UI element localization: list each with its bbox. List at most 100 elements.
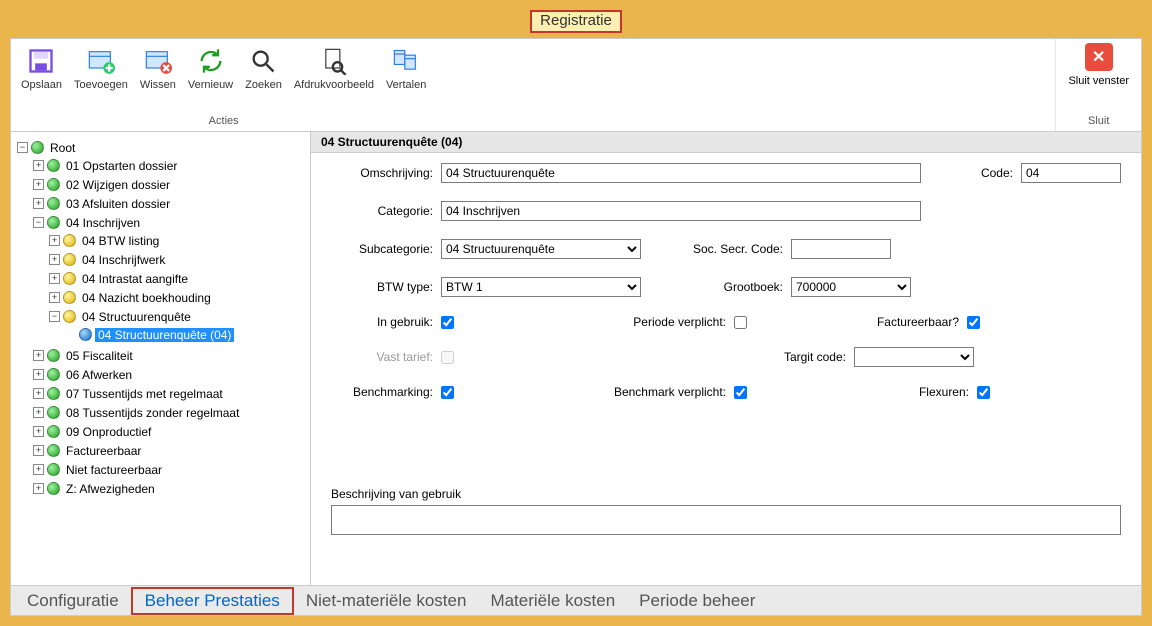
add-button[interactable]: Toevoegen xyxy=(70,43,132,93)
code-label: Code: xyxy=(961,166,1021,180)
save-button[interactable]: Opslaan xyxy=(17,43,66,93)
tree-item[interactable]: +05 Fiscaliteit xyxy=(33,347,306,364)
expand-icon[interactable]: + xyxy=(33,407,44,418)
tree-item[interactable]: +04 Intrastat aangifte xyxy=(49,270,306,287)
tab-materiele[interactable]: Materiële kosten xyxy=(478,589,627,613)
save-label: Opslaan xyxy=(21,79,62,91)
delete-label: Wissen xyxy=(140,79,176,91)
translate-label: Vertalen xyxy=(386,79,426,91)
tree-label: 04 Inschrijven xyxy=(63,216,143,230)
tree-label: 05 Fiscaliteit xyxy=(63,349,136,363)
status-dot-icon xyxy=(79,328,92,341)
socsecr-label: Soc. Secr. Code: xyxy=(641,242,791,256)
grootboek-select[interactable]: 700000 xyxy=(791,277,911,297)
categorie-field[interactable] xyxy=(441,201,921,221)
factureerbaar-label: Factureerbaar? xyxy=(847,315,967,329)
status-dot-icon xyxy=(47,197,60,210)
tab-configuratie[interactable]: Configuratie xyxy=(15,589,131,613)
save-icon xyxy=(25,45,57,77)
tree-item[interactable]: + Z: Afwezigheden xyxy=(33,480,306,497)
benchmarking-checkbox[interactable] xyxy=(441,386,454,399)
tree-navigation[interactable]: −Root +01 Opstarten dossier +02 Wijzigen… xyxy=(11,132,311,585)
tree-item[interactable]: −04 Structuurenquête xyxy=(49,308,306,325)
expand-icon[interactable]: + xyxy=(33,388,44,399)
flexuren-label: Flexuren: xyxy=(857,385,977,399)
collapse-icon[interactable]: − xyxy=(49,311,60,322)
status-dot-icon xyxy=(63,310,76,323)
factureerbaar-checkbox[interactable] xyxy=(967,316,980,329)
expand-icon[interactable]: + xyxy=(33,350,44,361)
tree-item[interactable]: +04 Nazicht boekhouding xyxy=(49,289,306,306)
refresh-button[interactable]: Vernieuw xyxy=(184,43,237,93)
expand-icon[interactable]: + xyxy=(49,273,60,284)
ingebruik-label: In gebruik: xyxy=(321,315,441,329)
tree-item[interactable]: +01 Opstarten dossier xyxy=(33,157,306,174)
targitcode-select[interactable] xyxy=(854,347,974,367)
subcategorie-select[interactable]: 04 Structuurenquête xyxy=(441,239,641,259)
delete-button[interactable]: Wissen xyxy=(136,43,180,93)
translate-button[interactable]: Vertalen xyxy=(382,43,430,93)
omschrijving-field[interactable] xyxy=(441,163,921,183)
omschrijving-label: Omschrijving: xyxy=(321,166,441,180)
benchmarking-label: Benchmarking: xyxy=(321,385,441,399)
expand-icon[interactable]: + xyxy=(33,464,44,475)
code-field[interactable] xyxy=(1021,163,1121,183)
benchverplicht-checkbox[interactable] xyxy=(734,386,747,399)
status-dot-icon xyxy=(47,406,60,419)
tab-niet-materiele[interactable]: Niet-materiële kosten xyxy=(294,589,479,613)
preview-button[interactable]: Afdrukvoorbeeld xyxy=(290,43,378,93)
status-dot-icon xyxy=(47,444,60,457)
ingebruik-checkbox[interactable] xyxy=(441,316,454,329)
tree-item[interactable]: +07 Tussentijds met regelmaat xyxy=(33,385,306,402)
periodeverplicht-checkbox[interactable] xyxy=(734,316,747,329)
status-dot-icon xyxy=(63,291,76,304)
btwtype-label: BTW type: xyxy=(321,280,441,294)
refresh-label: Vernieuw xyxy=(188,79,233,91)
socsecr-field[interactable] xyxy=(791,239,891,259)
close-label: Sluit venster xyxy=(1068,75,1129,87)
collapse-icon[interactable]: − xyxy=(33,217,44,228)
collapse-icon[interactable]: − xyxy=(17,142,28,153)
tree-label: 04 Structuurenquête (04) xyxy=(95,328,234,342)
flexuren-checkbox[interactable] xyxy=(977,386,990,399)
tree-item[interactable]: +04 Inschrijfwerk xyxy=(49,251,306,268)
tree-label: 04 Nazicht boekhouding xyxy=(79,291,214,305)
expand-icon[interactable]: + xyxy=(33,160,44,171)
expand-icon[interactable]: + xyxy=(33,198,44,209)
tree-item[interactable]: +04 BTW listing xyxy=(49,232,306,249)
expand-icon[interactable]: + xyxy=(33,179,44,190)
btwtype-select[interactable]: BTW 1 xyxy=(441,277,641,297)
tree-item[interactable]: +Niet factureerbaar xyxy=(33,461,306,478)
periodeverplicht-label: Periode verplicht: xyxy=(584,315,734,329)
tree-item[interactable]: +08 Tussentijds zonder regelmaat xyxy=(33,404,306,421)
tab-beheer-prestaties[interactable]: Beheer Prestaties xyxy=(131,587,294,615)
expand-icon[interactable]: + xyxy=(33,426,44,437)
expand-icon[interactable]: + xyxy=(49,235,60,246)
close-window-button[interactable]: ✕ Sluit venster xyxy=(1068,43,1129,87)
expand-icon[interactable]: + xyxy=(33,483,44,494)
tree-label: 09 Onproductief xyxy=(63,425,154,439)
detail-header: 04 Structuurenquête (04) xyxy=(311,132,1141,153)
tree-item[interactable]: +02 Wijzigen dossier xyxy=(33,176,306,193)
tree-label: Z: Afwezigheden xyxy=(63,482,158,496)
expand-icon[interactable]: + xyxy=(33,445,44,456)
tree-item[interactable]: +03 Afsluiten dossier xyxy=(33,195,306,212)
expand-icon[interactable]: + xyxy=(49,254,60,265)
tree-label: 07 Tussentijds met regelmaat xyxy=(63,387,226,401)
expand-icon[interactable]: + xyxy=(49,292,60,303)
search-icon xyxy=(247,45,279,77)
tree-item[interactable]: +06 Afwerken xyxy=(33,366,306,383)
status-dot-icon xyxy=(63,234,76,247)
beschrijving-textarea[interactable] xyxy=(331,505,1121,535)
tab-periode-beheer[interactable]: Periode beheer xyxy=(627,589,767,613)
tree-label: Factureerbaar xyxy=(63,444,144,458)
preview-icon xyxy=(318,45,350,77)
tree-item[interactable]: +09 Onproductief xyxy=(33,423,306,440)
tree-item[interactable]: + Factureerbaar xyxy=(33,442,306,459)
add-label: Toevoegen xyxy=(74,79,128,91)
expand-icon[interactable]: + xyxy=(33,369,44,380)
tree-root[interactable]: −Root xyxy=(17,139,306,156)
tree-item-selected[interactable]: 04 Structuurenquête (04) xyxy=(65,326,306,343)
search-button[interactable]: Zoeken xyxy=(241,43,286,93)
tree-item[interactable]: − 04 Inschrijven xyxy=(33,214,306,231)
